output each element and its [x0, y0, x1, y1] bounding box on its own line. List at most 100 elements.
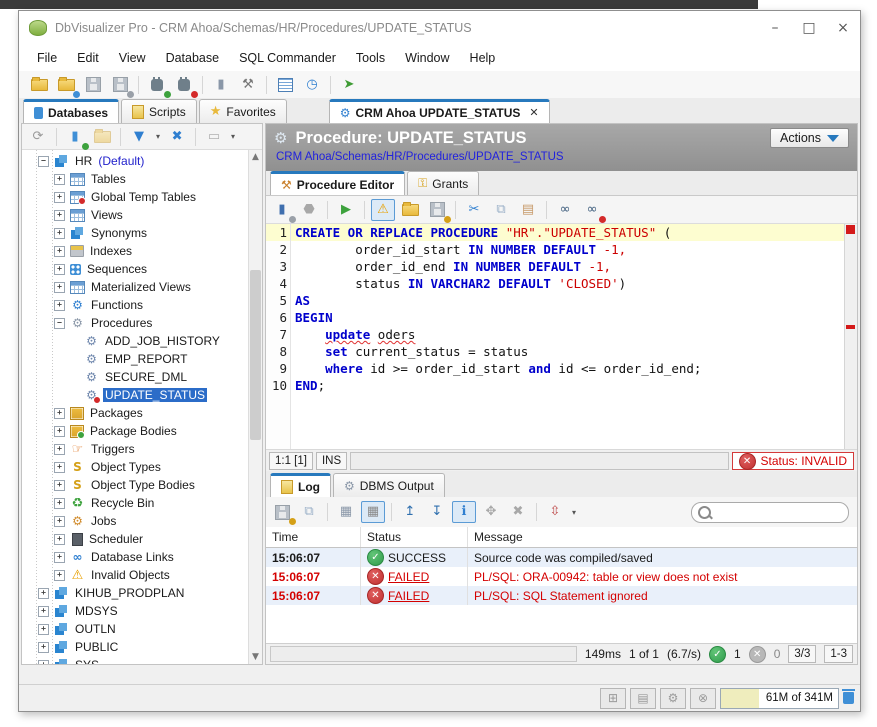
tab-crm-ahoa-update-status[interactable]: ⚙ CRM Ahoa UPDATE_STATUS ✕ [329, 99, 550, 123]
tree-item-kihub-prodplan[interactable]: +KIHUB_PRODPLAN [22, 584, 249, 602]
open-folder-icon[interactable] [398, 199, 422, 221]
paste-icon[interactable]: ▤ [516, 199, 540, 221]
errors-button[interactable]: ⊗ [690, 688, 716, 709]
tree-item-recycle-bin[interactable]: +♻Recycle Bin [22, 494, 249, 512]
clear-all-log-icon[interactable]: ▦ [361, 501, 385, 523]
database-server-icon[interactable]: ▮ [209, 74, 233, 96]
scroll-bottom-icon[interactable]: ↧ [425, 501, 449, 523]
expand-rows-icon[interactable]: ✥ [479, 501, 503, 523]
menu-view[interactable]: View [109, 48, 156, 68]
copy-icon[interactable]: ⧉ [489, 199, 513, 221]
row-height-icon[interactable]: ⇳ [543, 501, 567, 523]
tab-procedure-editor[interactable]: ⚒Procedure Editor [270, 171, 405, 195]
tree-item-procedures[interactable]: −⚙Procedures [22, 314, 249, 332]
tab-close-icon[interactable]: ✕ [529, 106, 538, 119]
expand-icon[interactable]: + [54, 570, 65, 581]
warnings-icon[interactable]: ⚠ [371, 199, 395, 221]
garbage-collect-icon[interactable] [843, 692, 854, 704]
tab-scripts[interactable]: Scripts [121, 99, 197, 123]
tree-item-functions[interactable]: +⚙Functions [22, 296, 249, 314]
log-row[interactable]: 15:06:07✕FAILEDPL/SQL: SQL Statement ign… [266, 586, 857, 605]
column-header-message[interactable]: Message [468, 527, 857, 547]
chevron-down-icon[interactable]: ▾ [572, 508, 576, 517]
clear-log-icon[interactable]: ▦ [334, 501, 358, 523]
tree-item-tables[interactable]: +Tables [22, 170, 249, 188]
menu-sql-commander[interactable]: SQL Commander [229, 48, 346, 68]
search-input[interactable] [715, 505, 829, 519]
expand-icon[interactable]: + [54, 174, 65, 185]
tree-item-invalid-objects[interactable]: +⚠Invalid Objects [22, 566, 249, 584]
export-log-icon[interactable] [270, 501, 294, 523]
collapse-icon[interactable]: − [54, 318, 65, 329]
copy-log-icon[interactable]: ⧉ [297, 501, 321, 523]
tree-item-outln[interactable]: +OUTLN [22, 620, 249, 638]
expand-icon[interactable]: + [54, 300, 65, 311]
expand-icon[interactable]: + [38, 660, 49, 665]
expand-icon[interactable]: + [54, 480, 65, 491]
log-header-row[interactable]: TimeStatusMessage [266, 527, 857, 548]
column-header-time[interactable]: Time [266, 527, 361, 547]
tab-dbms-output[interactable]: ⚙DBMS Output [333, 473, 445, 497]
log-table[interactable]: TimeStatusMessage15:06:07✓SUCCESSSource … [266, 527, 857, 644]
collapse-rows-icon[interactable]: ✖ [506, 501, 530, 523]
tree-scrollbar[interactable]: ▲ ▼ [248, 150, 262, 664]
breadcrumb[interactable]: CRM Ahoa/Schemas/HR/Procedures/UPDATE_ST… [266, 148, 857, 163]
tree-item-update-status[interactable]: ⚙UPDATE_STATUS [22, 386, 249, 404]
add-folder-icon[interactable] [90, 126, 114, 148]
scrollbar-thumb[interactable] [250, 270, 261, 440]
tasks-button[interactable]: ⚙ [660, 688, 686, 709]
tree-item-package-bodies[interactable]: +Package Bodies [22, 422, 249, 440]
cut-icon[interactable]: ✂ [462, 199, 486, 221]
disconnect-icon[interactable] [172, 74, 196, 96]
expand-icon[interactable]: + [54, 552, 65, 563]
menu-database[interactable]: Database [156, 48, 230, 68]
expand-icon[interactable]: + [54, 282, 65, 293]
open-file-icon[interactable] [27, 74, 51, 96]
expand-icon[interactable]: + [38, 606, 49, 617]
expand-icon[interactable]: + [54, 264, 65, 275]
collapse-all-icon[interactable]: ✖ [165, 126, 189, 148]
tab-log[interactable]: Log [270, 473, 331, 497]
tree-item-materialized-views[interactable]: +Materialized Views [22, 278, 249, 296]
log-search-box[interactable] [691, 502, 849, 523]
scroll-up-icon[interactable]: ▲ [249, 150, 262, 164]
filter-icon[interactable]: ▼ [127, 126, 151, 148]
expand-icon[interactable]: + [54, 498, 65, 509]
page-indicator[interactable]: 3/3 [788, 645, 816, 663]
tree-item-scheduler[interactable]: +Scheduler [22, 530, 249, 548]
expand-icon[interactable]: + [38, 642, 49, 653]
tab-databases[interactable]: Databases [23, 99, 119, 123]
tree-item-emp-report[interactable]: ⚙EMP_REPORT [22, 350, 249, 368]
tree-item-object-types[interactable]: +SObject Types [22, 458, 249, 476]
expand-icon[interactable]: + [54, 444, 65, 455]
expand-icon[interactable]: + [54, 210, 65, 221]
save-icon[interactable] [81, 74, 105, 96]
error-overview-ruler[interactable] [844, 224, 857, 449]
minimize-button[interactable]: – [758, 15, 792, 41]
scroll-down-icon[interactable]: ▼ [249, 650, 262, 664]
expand-icon[interactable]: + [54, 408, 65, 419]
range-indicator[interactable]: 1-3 [824, 645, 853, 663]
tree-item-triggers[interactable]: +☞Triggers [22, 440, 249, 458]
log-row[interactable]: 15:06:07✓SUCCESSSource code was compiled… [266, 548, 857, 567]
expand-icon[interactable]: + [54, 462, 65, 473]
error-marker[interactable] [846, 325, 855, 329]
driver-manager-icon[interactable]: ➤ [337, 74, 361, 96]
info-icon[interactable]: ℹ [452, 501, 476, 523]
preview-pane-icon[interactable]: ▭ [202, 126, 226, 148]
tree-item-jobs[interactable]: +⚙Jobs [22, 512, 249, 530]
stop-icon[interactable]: ⬣ [297, 199, 321, 221]
maximize-button[interactable]: □ [792, 15, 826, 41]
expand-icon[interactable]: + [54, 516, 65, 527]
add-connection-icon[interactable]: ▮ [63, 126, 87, 148]
expand-icon[interactable]: + [54, 534, 65, 545]
collapse-icon[interactable]: − [38, 156, 49, 167]
menu-tools[interactable]: Tools [346, 48, 395, 68]
save-as-icon[interactable] [108, 74, 132, 96]
tree-item-mdsys[interactable]: +MDSYS [22, 602, 249, 620]
expand-icon[interactable]: + [54, 426, 65, 437]
expand-icon[interactable]: + [54, 246, 65, 257]
tree-item-add-job-history[interactable]: ⚙ADD_JOB_HISTORY [22, 332, 249, 350]
connections-monitor-button[interactable]: ▤ [630, 688, 656, 709]
save-procedure-icon[interactable]: ▮ [270, 199, 294, 221]
